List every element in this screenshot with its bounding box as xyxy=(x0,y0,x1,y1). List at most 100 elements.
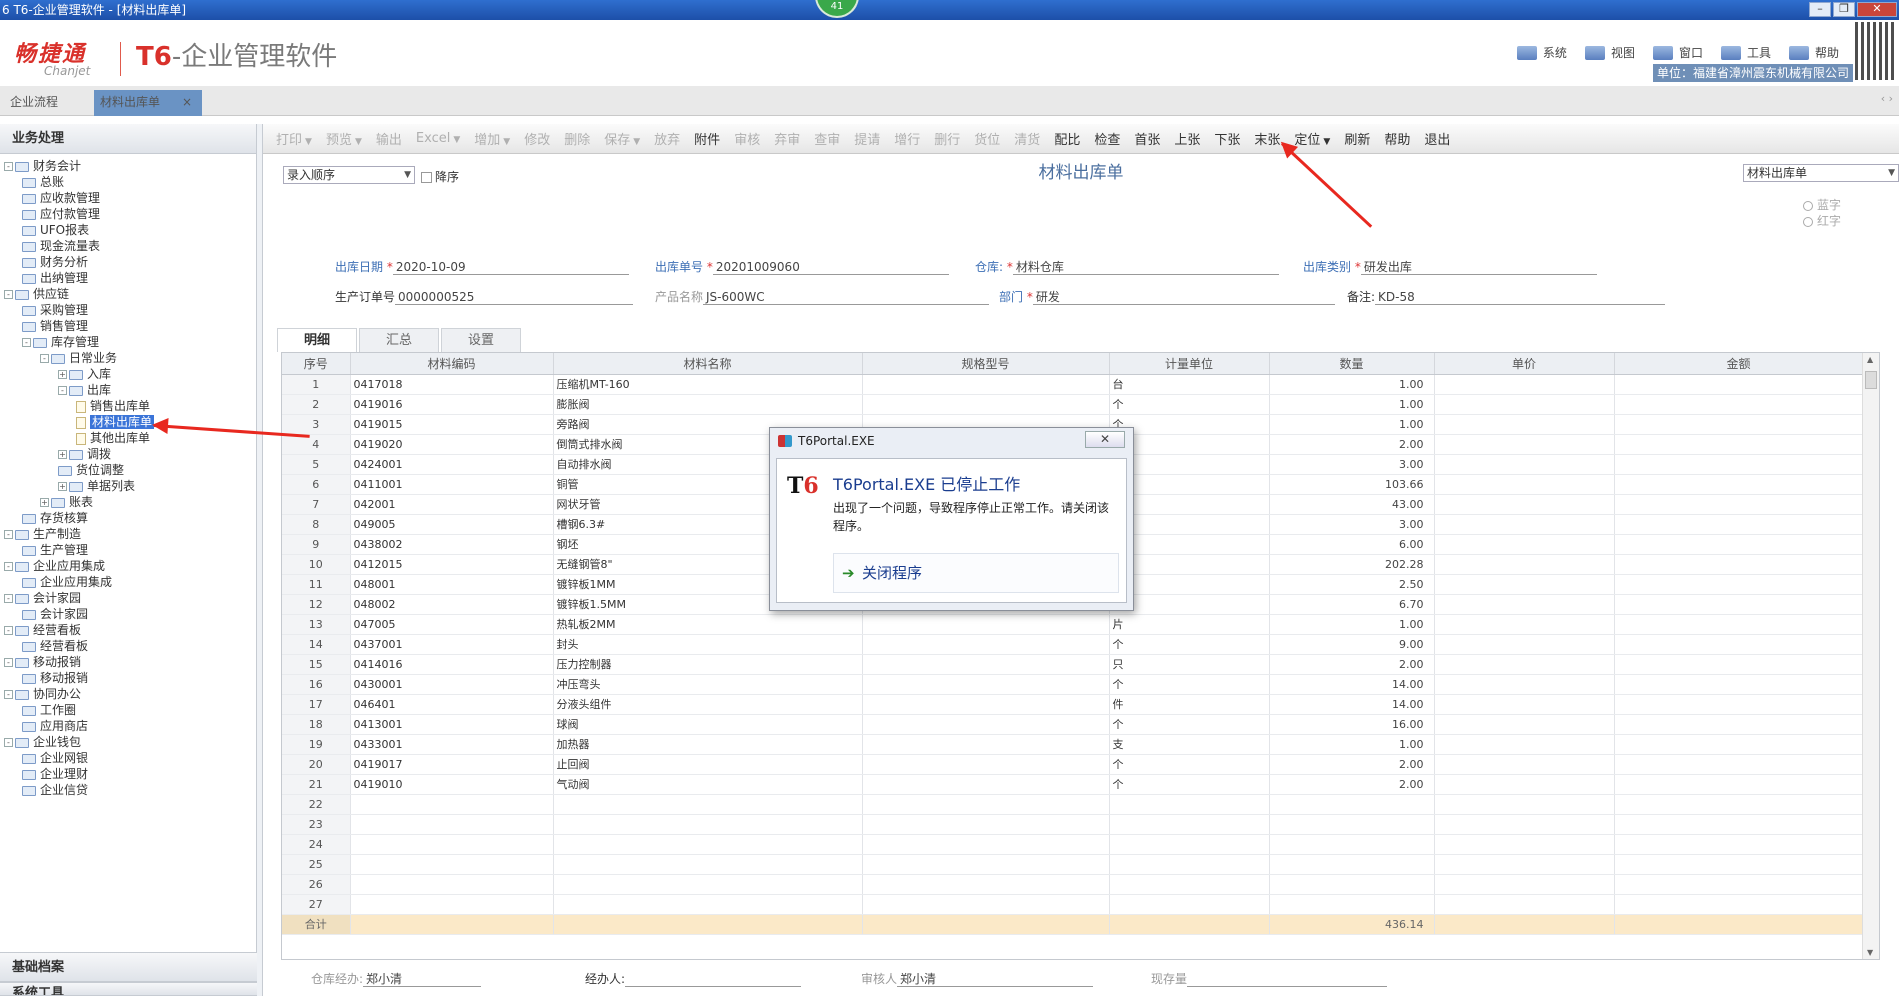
table-cell[interactable] xyxy=(1434,714,1615,735)
table-cell[interactable] xyxy=(1614,794,1864,815)
tree-item[interactable]: + 账表 xyxy=(0,494,256,510)
tree-item[interactable]: 财务分析 xyxy=(0,254,256,270)
table-cell[interactable] xyxy=(1434,654,1615,675)
tree-item[interactable]: - 经营看板 xyxy=(0,622,256,638)
table-cell[interactable] xyxy=(350,834,554,855)
toolbar-button-12[interactable]: 查审 xyxy=(807,129,847,148)
column-header[interactable]: 材料名称 xyxy=(553,353,863,375)
tree-item[interactable]: 存货核算 xyxy=(0,510,256,526)
tree-item[interactable]: - 出库 xyxy=(0,382,256,398)
table-row[interactable]: 1 0417018 压缩机MT-160 台 1.00 xyxy=(282,374,1864,395)
table-cell[interactable]: 0424001 xyxy=(350,454,554,475)
table-cell[interactable] xyxy=(1434,854,1615,875)
table-cell[interactable]: 0414016 xyxy=(350,654,554,675)
tree-item[interactable]: 应付款管理 xyxy=(0,206,256,222)
table-cell[interactable] xyxy=(862,774,1110,795)
toolbar-button-15[interactable]: 删行 xyxy=(927,129,967,148)
table-cell[interactable]: 件 xyxy=(1109,694,1270,715)
table-cell[interactable] xyxy=(1434,514,1615,535)
table-cell[interactable] xyxy=(862,634,1110,655)
table-cell[interactable] xyxy=(350,874,554,895)
table-cell[interactable]: 047005 xyxy=(350,614,554,635)
auditor-value[interactable]: 郑小清 xyxy=(897,971,1094,987)
table-cell[interactable] xyxy=(1434,874,1615,895)
topmenu-item-0[interactable]: 系统 xyxy=(1516,44,1567,61)
table-row[interactable]: 24 xyxy=(282,834,1864,855)
tree-item[interactable]: 现金流量表 xyxy=(0,238,256,254)
column-header[interactable]: 金额 xyxy=(1614,353,1864,375)
table-cell[interactable] xyxy=(862,834,1110,855)
table-cell[interactable] xyxy=(862,654,1110,675)
dropdown-arrow-icon[interactable]: ▼ xyxy=(305,137,312,147)
handler-value[interactable] xyxy=(625,971,802,987)
table-cell[interactable] xyxy=(1434,754,1615,775)
out-type-value[interactable]: 研发出库 xyxy=(1360,259,1597,275)
table-cell[interactable]: 分液头组件 xyxy=(553,694,863,715)
dropdown-arrow-icon[interactable]: ▼ xyxy=(453,135,460,145)
toolbar-button-8[interactable]: 放弃 xyxy=(647,129,687,148)
table-cell[interactable] xyxy=(553,874,863,895)
tree-item[interactable]: + 单据列表 xyxy=(0,478,256,494)
dropdown-arrow-icon[interactable]: ▼ xyxy=(633,137,640,147)
table-cell[interactable] xyxy=(1434,834,1615,855)
tree-item[interactable]: 工作圈 xyxy=(0,702,256,718)
table-cell[interactable] xyxy=(1109,894,1270,915)
toolbar-button-20[interactable]: 首张 xyxy=(1127,129,1167,148)
table-cell[interactable]: 6.00 xyxy=(1269,534,1435,555)
table-row[interactable]: 20 0419017 止回阀 个 2.00 xyxy=(282,754,1864,775)
dropdown-arrow-icon[interactable]: ▼ xyxy=(1323,137,1330,147)
tree-item[interactable]: - 协同办公 xyxy=(0,686,256,702)
auditor-field[interactable]: 审核人 郑小清 xyxy=(861,970,1094,987)
table-cell[interactable]: 0419010 xyxy=(350,774,554,795)
table-cell[interactable] xyxy=(862,394,1110,415)
table-cell[interactable] xyxy=(553,854,863,875)
table-cell[interactable]: 支 xyxy=(1109,734,1270,755)
minimize-button[interactable]: – xyxy=(1809,2,1831,17)
toolbar-button-27[interactable]: 退出 xyxy=(1417,129,1457,148)
table-cell[interactable] xyxy=(1434,814,1615,835)
table-cell[interactable] xyxy=(1434,734,1615,755)
table-cell[interactable] xyxy=(1614,574,1864,595)
table-row[interactable]: 27 xyxy=(282,894,1864,915)
expand-icon[interactable]: + xyxy=(40,498,49,507)
table-cell[interactable]: 个 xyxy=(1109,394,1270,415)
table-cell[interactable] xyxy=(862,854,1110,875)
product-value[interactable]: JS-600WC xyxy=(703,289,990,305)
tab-close-icon[interactable]: × xyxy=(182,90,192,114)
table-cell[interactable]: 气动阀 xyxy=(553,774,863,795)
table-cell[interactable]: 2.00 xyxy=(1269,774,1435,795)
table-cell[interactable]: 14.00 xyxy=(1269,674,1435,695)
table-cell[interactable] xyxy=(1614,654,1864,675)
table-cell[interactable] xyxy=(1614,694,1864,715)
table-cell[interactable] xyxy=(1614,714,1864,735)
collapse-icon[interactable]: - xyxy=(4,738,13,747)
table-cell[interactable] xyxy=(1614,674,1864,695)
keeper-value[interactable]: 郑小清 xyxy=(363,971,482,987)
stock-value[interactable] xyxy=(1187,971,1388,987)
table-cell[interactable] xyxy=(350,814,554,835)
table-cell[interactable] xyxy=(1434,494,1615,515)
table-cell[interactable] xyxy=(1269,894,1435,915)
table-cell[interactable]: 6.70 xyxy=(1269,594,1435,615)
table-cell[interactable] xyxy=(1614,814,1864,835)
table-cell[interactable] xyxy=(1109,794,1270,815)
table-row[interactable]: 23 xyxy=(282,814,1864,835)
collapse-icon[interactable]: - xyxy=(40,354,49,363)
table-cell[interactable] xyxy=(1269,814,1435,835)
table-cell[interactable]: 049005 xyxy=(350,514,554,535)
toolbar-button-5[interactable]: 修改 xyxy=(517,129,557,148)
table-cell[interactable]: 3.00 xyxy=(1269,514,1435,535)
tree-item[interactable]: 企业应用集成 xyxy=(0,574,256,590)
table-cell[interactable] xyxy=(1434,634,1615,655)
tree-item[interactable]: + 入库 xyxy=(0,366,256,382)
table-cell[interactable] xyxy=(862,374,1110,395)
table-cell[interactable]: 0413001 xyxy=(350,714,554,735)
column-header[interactable]: 材料编码 xyxy=(350,353,554,375)
table-cell[interactable] xyxy=(1614,894,1864,915)
table-cell[interactable]: 048001 xyxy=(350,574,554,595)
toolbar-button-3[interactable]: Excel ▼ xyxy=(409,131,467,146)
dialog-close-button[interactable]: ✕ xyxy=(1085,431,1125,448)
out-date-field[interactable]: 出库日期 * 2020-10-09 xyxy=(335,258,629,275)
table-cell[interactable]: 14.00 xyxy=(1269,694,1435,715)
table-cell[interactable]: 0419016 xyxy=(350,394,554,415)
